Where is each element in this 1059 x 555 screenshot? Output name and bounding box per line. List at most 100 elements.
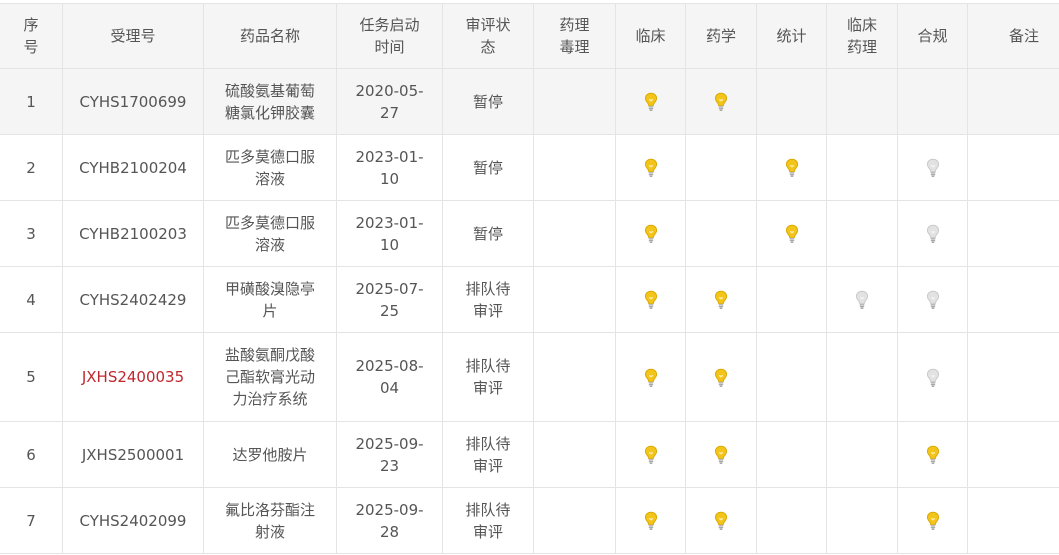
- accept-no-cell[interactable]: CYHS2402429: [62, 266, 204, 333]
- seq-cell: 7: [0, 487, 63, 554]
- table-row[interactable]: 3 CYHB2100203 匹多莫德口服 溶液 2023-01- 10 暂停: [0, 200, 1059, 267]
- pharm-tox-cell: [533, 487, 616, 554]
- cell-text: 10: [379, 169, 400, 188]
- header-label: 药品名称: [239, 27, 300, 45]
- cell-text: 暂停: [472, 92, 503, 111]
- header-label: 任务启动: [359, 16, 420, 34]
- cell-text: 2020-05-: [355, 81, 424, 100]
- cell-text: 溶液: [254, 235, 285, 254]
- status-cell: 排队待 审评: [442, 487, 534, 554]
- header-status[interactable]: 审评状态: [442, 3, 534, 69]
- cell-text: 审评: [472, 301, 503, 320]
- header-clin-pharm[interactable]: 临床 药理: [826, 3, 898, 69]
- lightbulb-on-icon[interactable]: [785, 158, 799, 177]
- note-cell: [967, 200, 1059, 267]
- accept-no-cell[interactable]: CYHS2402099: [62, 487, 204, 554]
- lightbulb-on-icon[interactable]: [714, 368, 728, 387]
- cell-text: 己酯软膏光动: [224, 368, 315, 386]
- clinical-cell: [615, 487, 686, 554]
- cell-text: 糖氯化钾胶囊: [224, 103, 315, 122]
- start-time-cell: 2020-05- 27: [336, 68, 443, 135]
- seq-cell: 4: [0, 266, 63, 333]
- lightbulb-on-icon[interactable]: [644, 290, 658, 309]
- accept-no-cell[interactable]: CYHB2100203: [62, 200, 204, 267]
- compliance-cell: [897, 332, 968, 422]
- header-seq[interactable]: 序号: [0, 3, 63, 69]
- header-clinical[interactable]: 临床: [615, 3, 686, 69]
- header-label: 临床: [635, 27, 666, 45]
- cell-text: 暂停: [472, 224, 503, 243]
- lightbulb-off-icon[interactable]: [926, 290, 940, 309]
- lightbulb-on-icon[interactable]: [644, 368, 658, 387]
- pharm-tox-cell: [533, 332, 616, 422]
- drug-name-cell: 盐酸氨酮戊酸 己酯软膏光动 力治疗系统: [203, 332, 337, 422]
- lightbulb-on-icon[interactable]: [926, 445, 940, 464]
- accept-no-cell[interactable]: CYHB2100204: [62, 134, 204, 201]
- lightbulb-on-icon[interactable]: [644, 445, 658, 464]
- pharmacy-cell: [685, 68, 757, 135]
- header-label: 毒理: [559, 38, 590, 56]
- pharm-tox-cell: [533, 68, 616, 135]
- lightbulb-on-icon[interactable]: [785, 224, 799, 243]
- table-row[interactable]: 6 JXHS2500001 达罗他胺片 2025-09- 23 排队待 审评: [0, 421, 1059, 488]
- accept-no-cell[interactable]: CYHS1700699: [62, 68, 204, 135]
- stats-cell: [756, 200, 827, 267]
- start-time-cell: 2025-09- 28: [336, 487, 443, 554]
- table-row[interactable]: 5 JXHS2400035 盐酸氨酮戊酸 己酯软膏光动 力治疗系统 2025-08- 04 排…: [0, 332, 1059, 422]
- header-start-time[interactable]: 任务启动 时间: [336, 3, 443, 69]
- pharmacy-cell: [685, 487, 757, 554]
- table-row[interactable]: 4 CYHS2402429 甲磺酸溴隐亭片 2025-07- 25 排队待 审评: [0, 266, 1059, 333]
- lightbulb-off-icon[interactable]: [855, 290, 869, 309]
- stats-cell: [756, 332, 827, 422]
- lightbulb-on-icon[interactable]: [644, 158, 658, 177]
- header-drug-name[interactable]: 药品名称: [203, 3, 337, 69]
- status-cell: 暂停: [442, 68, 534, 135]
- lightbulb-off-icon[interactable]: [926, 158, 940, 177]
- lightbulb-on-icon[interactable]: [714, 290, 728, 309]
- header-label: 号: [23, 38, 39, 56]
- header-pharm-tox[interactable]: 药理 毒理: [533, 3, 616, 69]
- accept-no-cell[interactable]: JXHS2500001: [62, 421, 204, 488]
- table-header-row: 序号 受理号 药品名称 任务启动 时间 审评状态 药理 毒理 临床 药学 统计 临床…: [0, 3, 1059, 69]
- lightbulb-off-icon[interactable]: [926, 368, 940, 387]
- cell-text: 审评: [472, 379, 503, 397]
- stats-cell: [756, 421, 827, 488]
- cell-text: 10: [379, 235, 400, 254]
- cell-text: 2025-08-: [355, 357, 424, 375]
- cell-text: 2025-09-: [355, 434, 424, 453]
- lightbulb-on-icon[interactable]: [714, 445, 728, 464]
- clin-pharm-cell: [826, 487, 898, 554]
- header-stats[interactable]: 统计: [756, 3, 827, 69]
- clin-pharm-cell: [826, 200, 898, 267]
- table-row[interactable]: 1 CYHS1700699 硫酸氨基葡萄 糖氯化钾胶囊 2020-05- 27 暂停: [0, 68, 1059, 135]
- lightbulb-on-icon[interactable]: [926, 511, 940, 530]
- clin-pharm-cell: [826, 421, 898, 488]
- stats-cell: [756, 134, 827, 201]
- lightbulb-on-icon[interactable]: [644, 511, 658, 530]
- lightbulb-on-icon[interactable]: [714, 92, 728, 111]
- status-cell: 排队待 审评: [442, 266, 534, 333]
- header-note[interactable]: 备注: [967, 3, 1059, 69]
- header-compliance[interactable]: 合规: [897, 3, 968, 69]
- note-cell: [967, 487, 1059, 554]
- clin-pharm-cell: [826, 68, 898, 135]
- lightbulb-off-icon[interactable]: [926, 224, 940, 243]
- lightbulb-on-icon[interactable]: [644, 92, 658, 111]
- header-accept-no[interactable]: 受理号: [62, 3, 204, 69]
- seq-cell: 5: [0, 332, 63, 422]
- seq-cell: 1: [0, 68, 63, 135]
- pharm-tox-cell: [533, 266, 616, 333]
- pharmacy-cell: [685, 134, 757, 201]
- drug-name-cell: 匹多莫德口服 溶液: [203, 200, 337, 267]
- pharmacy-cell: [685, 332, 757, 422]
- table-row[interactable]: 2 CYHB2100204 匹多莫德口服 溶液 2023-01- 10 暂停: [0, 134, 1059, 201]
- status-cell: 排队待 审评: [442, 332, 534, 422]
- lightbulb-on-icon[interactable]: [714, 511, 728, 530]
- lightbulb-on-icon[interactable]: [644, 224, 658, 243]
- cell-text: 审评: [472, 456, 503, 475]
- accept-no-cell[interactable]: JXHS2400035: [62, 332, 204, 422]
- clinical-cell: [615, 421, 686, 488]
- cell-text: 28: [379, 522, 400, 541]
- table-row[interactable]: 7 CYHS2402099 氟比洛芬酯注 射液 2025-09- 28 排队待 审评: [0, 487, 1059, 554]
- header-pharmacy[interactable]: 药学: [685, 3, 757, 69]
